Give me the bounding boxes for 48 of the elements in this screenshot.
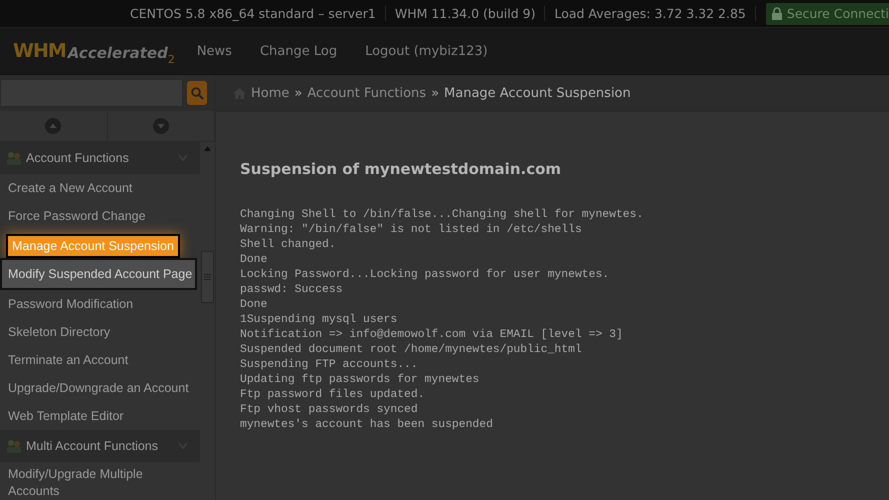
server-info: CENTOS 5.8 x86_64 standard – server1 (121, 6, 386, 21)
scrollbar-thumb[interactable] (201, 251, 214, 303)
log-line: 1Suspending mysql users (240, 313, 398, 328)
log-line: Done (240, 253, 268, 268)
nav-link[interactable]: News (196, 44, 232, 58)
menu-item[interactable]: Modify/Upgrade Multiple Accounts (0, 462, 200, 500)
log-line: Done (240, 298, 268, 313)
log-line: Ftp vhost passwords synced (240, 403, 419, 418)
menu-item[interactable]: Create a New Account (0, 174, 200, 202)
breadcrumb-link[interactable]: Home (251, 86, 290, 100)
nav-link[interactable]: Logout (mybiz123) (365, 44, 488, 58)
breadcrumb-separator: » (431, 86, 440, 100)
breadcrumb-link[interactable]: Account Functions (307, 86, 426, 100)
log-line: Notification => info@demowolf.com via EMAIL [level => 3] (240, 328, 624, 343)
users-icon (6, 151, 22, 165)
menu-item[interactable]: Skeleton Directory (0, 318, 200, 346)
nav-link[interactable]: Change Log (260, 44, 338, 58)
lock-icon (772, 7, 782, 20)
menu-group-header[interactable]: Multi Account Functions (0, 430, 200, 462)
menu-item[interactable]: Password Modification (0, 290, 200, 318)
page-title: Suspension of mynewtestdomain.com (240, 160, 562, 178)
search-icon (190, 86, 204, 100)
log-line: Suspending FTP accounts... (240, 358, 419, 373)
log-line: Updating ftp passwords for mynewtes (240, 373, 480, 388)
scroll-up-icon[interactable] (204, 146, 211, 151)
menu-item[interactable]: Web Template Editor (0, 402, 200, 430)
menu-item[interactable]: Modify Suspended Account Page (0, 258, 198, 290)
menu-item[interactable]: Upgrade/Downgrade an Account (0, 374, 200, 402)
log-line: Changing Shell to /bin/false...Changing shell for mynewtes. (240, 208, 644, 223)
server-info: Load Averages: 3.72 3.32 2.85 (545, 6, 756, 21)
menu-item[interactable]: Terminate an Account (0, 346, 200, 374)
secure-connection-badge: Secure Connecti (766, 2, 889, 24)
grip-icon (204, 274, 211, 280)
log-line: Suspended document root /home/mynewtes/public_html (240, 343, 583, 358)
log-line: Locking Password...Locking password for user mynewtes. (240, 268, 610, 283)
search-button[interactable] (187, 81, 207, 105)
log-line: Warning: "/bin/false" is not listed in /etc/shells (240, 223, 583, 238)
breadcrumb-separator: » (294, 86, 302, 100)
menu-item[interactable]: Force Password Change (0, 202, 200, 230)
menu-group-header[interactable]: Account Functions (0, 142, 200, 174)
log-line: mynewtes's account has been suspended (240, 418, 494, 433)
log-line: passwd: Success (240, 283, 344, 298)
log-line: Shell changed. (240, 238, 337, 253)
server-info: WHM 11.34.0 (build 9) (386, 6, 546, 21)
users-icon (6, 439, 22, 453)
breadcrumb-link[interactable]: Manage Account Suspension (444, 86, 631, 100)
menu-item[interactable]: Manage Account Suspension (6, 234, 180, 258)
log-line: Ftp password files updated. (240, 388, 426, 403)
